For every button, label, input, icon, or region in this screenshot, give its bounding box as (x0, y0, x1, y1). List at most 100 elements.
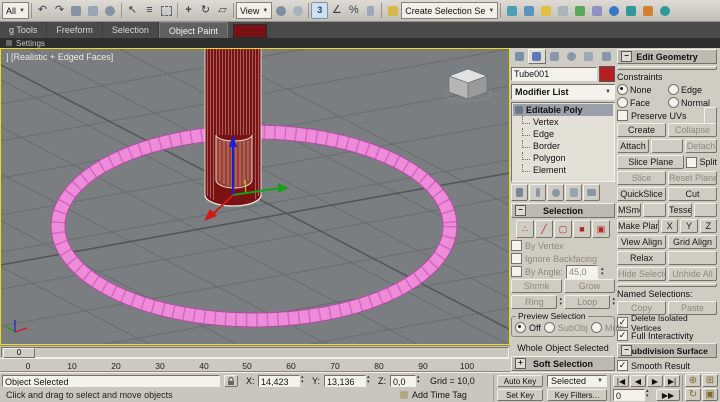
reset-plane-button[interactable]: Reset Plane (668, 171, 717, 185)
subdivision-surface-rollout-header[interactable]: − Subdivision Surface (617, 343, 717, 358)
object-color-swatch[interactable] (599, 66, 615, 82)
polygon-subobject-button[interactable]: ■ (573, 220, 591, 238)
use-pivot-center-button[interactable] (272, 2, 289, 20)
tab-motion[interactable] (563, 49, 580, 64)
orbit-tool-button[interactable]: ↻ (685, 388, 701, 401)
constraint-face-radio[interactable] (617, 97, 628, 108)
border-subobject-button[interactable]: ▢ (554, 220, 572, 238)
viewport-label[interactable]: ] [Realistic + Edged Faces] (6, 52, 113, 62)
msmooth-button[interactable]: MSmooth (617, 203, 641, 217)
modifier-list-dropdown[interactable]: Modifier List ▼ (511, 84, 615, 100)
set-key-button[interactable]: Set Key (497, 389, 543, 401)
select-and-manipulate-button[interactable] (289, 2, 306, 20)
z-spinner[interactable]: ▴▾ (417, 375, 420, 385)
stack-item-polygon[interactable]: Polygon (513, 152, 613, 164)
edge-subobject-button[interactable]: ╱ (535, 220, 553, 238)
rendered-frame-window-button[interactable] (639, 2, 656, 20)
msmooth-options-button[interactable] (643, 203, 667, 217)
selection-filter-dropdown[interactable]: All ▼ (2, 2, 29, 19)
previous-frame-button[interactable]: ◀ (630, 375, 646, 387)
ring-button[interactable]: Ring (511, 295, 557, 309)
rectangular-selection-region-button[interactable] (158, 2, 175, 20)
view-align-button[interactable]: View Align (617, 235, 666, 249)
mirror-button[interactable] (503, 2, 520, 20)
grow-button[interactable]: Grow (564, 279, 615, 293)
auto-key-button[interactable]: Auto Key (497, 375, 543, 387)
selection-rollout-header[interactable]: − Selection (511, 203, 615, 218)
y-spinner[interactable]: ▴▾ (367, 375, 370, 385)
make-planar-x-button[interactable]: X (661, 219, 678, 233)
curve-editor-button[interactable] (571, 2, 588, 20)
time-slider-track[interactable]: 0 (1, 347, 509, 358)
tessellate-button[interactable]: Tessellate (668, 203, 692, 217)
repeat-last-button[interactable]: Repeat Last (617, 66, 717, 70)
tab-modify[interactable] (528, 49, 545, 64)
zoom-tool-button[interactable]: ⊕ (685, 374, 701, 387)
add-time-tag-label[interactable]: Add Time Tag (412, 390, 467, 400)
select-object-button[interactable]: ↖ (124, 2, 141, 20)
hide-unselected-button[interactable]: Hide Unselected (617, 283, 717, 287)
make-planar-y-button[interactable]: Y (680, 219, 697, 233)
loop-spinner[interactable]: ▴▾ (612, 297, 615, 307)
time-slider-handle[interactable]: 0 (3, 348, 35, 358)
angle-spinner[interactable]: ▴▾ (601, 267, 604, 277)
next-key-button[interactable]: ▶▶ (656, 389, 680, 401)
soft-selection-rollout-header[interactable]: + Soft Selection (511, 356, 615, 371)
vertex-subobject-button[interactable]: ∴ (516, 220, 534, 238)
redo-button[interactable]: ↷ (51, 2, 68, 20)
hide-selected-button[interactable]: Hide Selected (617, 267, 666, 281)
tab-display[interactable] (580, 49, 597, 64)
select-and-move-button[interactable]: + (180, 2, 197, 20)
perspective-viewport[interactable]: ] [Realistic + Edged Faces] (0, 48, 510, 345)
key-filters-button[interactable]: Key Filters... (547, 389, 607, 401)
collapse-button[interactable]: Collapse (668, 123, 717, 137)
grid-align-button[interactable]: Grid Align (668, 235, 717, 249)
expand-icon[interactable]: + (515, 358, 526, 369)
by-angle-checkbox[interactable] (511, 266, 522, 277)
undo-button[interactable]: ↶ (34, 2, 51, 20)
reference-coordinate-dropdown[interactable]: View ▼ (236, 2, 272, 19)
configure-modifier-sets-button[interactable] (583, 184, 600, 201)
select-and-link-button[interactable] (68, 2, 85, 20)
viewport-canvas[interactable] (1, 49, 509, 344)
relax-options-button[interactable] (668, 251, 717, 265)
layer-manager-button[interactable] (537, 2, 554, 20)
unlink-selection-button[interactable] (85, 2, 102, 20)
ribbon-tab-object-paint[interactable]: Object Paint (159, 22, 228, 38)
stack-item-border[interactable]: Border (513, 140, 613, 152)
tab-utilities[interactable] (598, 49, 615, 64)
stack-item-vertex[interactable]: Vertex (513, 116, 613, 128)
by-vertex-checkbox[interactable] (511, 240, 522, 251)
preserve-uvs-checkbox[interactable] (617, 110, 628, 121)
x-coordinate-field[interactable]: 14,423 (258, 375, 300, 387)
constraint-none-radio[interactable] (617, 84, 628, 95)
select-and-scale-button[interactable]: ▱ (214, 2, 231, 20)
show-end-result-button[interactable] (529, 184, 546, 201)
ignore-backfacing-checkbox[interactable] (511, 253, 522, 264)
preserve-uvs-options-button[interactable] (704, 107, 717, 124)
remove-modifier-button[interactable] (565, 184, 582, 201)
smooth-result-checkbox[interactable]: ✓ (617, 360, 628, 371)
stack-item-edge[interactable]: Edge (513, 128, 613, 140)
unhide-all-button[interactable]: Unhide All (668, 267, 717, 281)
selection-lock-button[interactable] (224, 375, 238, 387)
x-spinner[interactable]: ▴▾ (301, 375, 304, 385)
tab-hierarchy[interactable] (546, 49, 563, 64)
percent-snap-button[interactable]: % (345, 2, 362, 20)
make-unique-button[interactable] (547, 184, 564, 201)
tessellate-options-button[interactable] (694, 203, 718, 217)
slice-plane-button[interactable]: Slice Plane (617, 155, 684, 169)
ribbon-tab-selection[interactable]: Selection (103, 22, 159, 38)
ribbon-tab-freeform[interactable]: Freeform (47, 22, 103, 38)
z-coordinate-field[interactable]: 0,0 (390, 375, 416, 387)
loop-button[interactable]: Loop (564, 295, 610, 309)
shrink-button[interactable]: Shrink (511, 279, 562, 293)
make-planar-z-button[interactable]: Z (700, 219, 717, 233)
bind-to-space-warp-button[interactable] (102, 2, 119, 20)
settings-label[interactable]: Settings (16, 39, 45, 48)
material-editor-button[interactable] (605, 2, 622, 20)
y-coordinate-field[interactable]: 13,136 (324, 375, 366, 387)
render-setup-button[interactable] (622, 2, 639, 20)
maximize-viewport-button[interactable]: ▣ (702, 388, 718, 401)
spinner-snap-button[interactable] (362, 2, 379, 20)
